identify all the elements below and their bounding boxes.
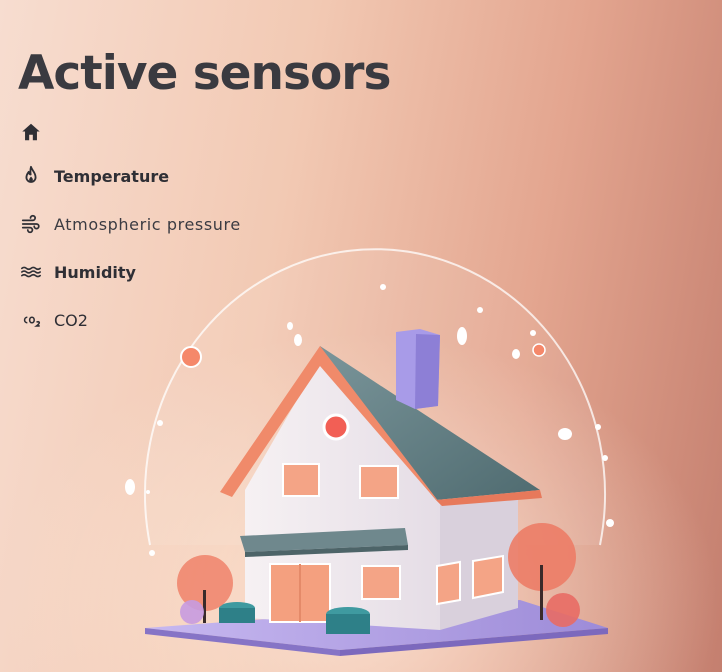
- roof-sensor: [322, 413, 350, 441]
- chimney: [396, 329, 440, 409]
- house-illustration: [125, 248, 614, 656]
- front-door: [269, 563, 331, 623]
